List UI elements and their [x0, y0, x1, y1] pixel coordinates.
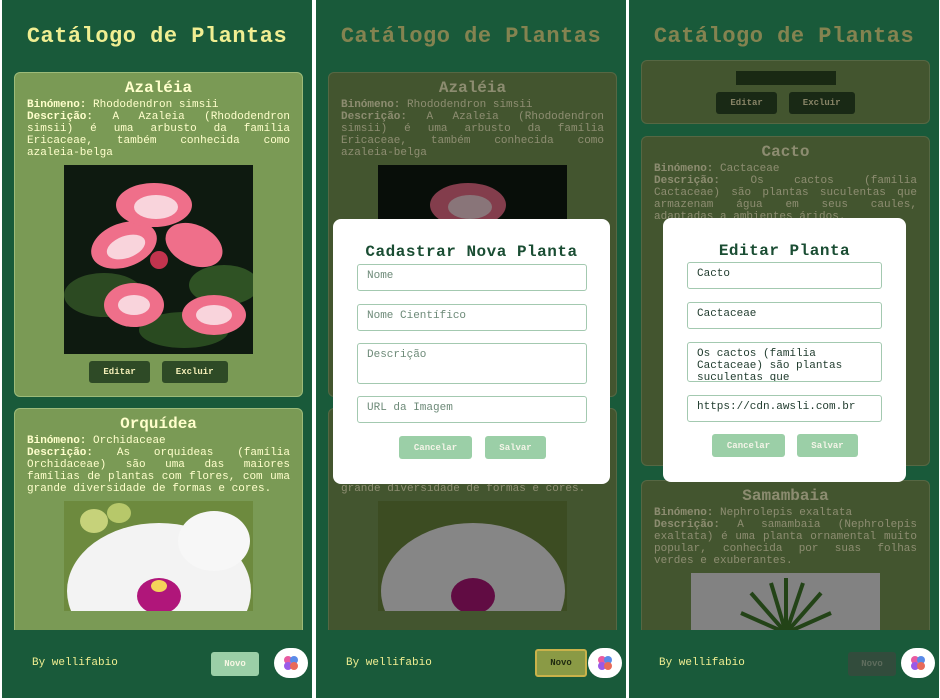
name-field[interactable]: Nome	[357, 264, 587, 291]
cancel-button[interactable]: Cancelar	[399, 436, 472, 459]
screen-create: Catálogo de Plantas Azaléia Binómeno: Rh…	[316, 0, 626, 698]
screen-catalog: Catálogo de Plantas Azaléia Binómeno: Rh…	[2, 0, 312, 698]
cancel-button[interactable]: Cancelar	[712, 434, 785, 457]
image-url-field[interactable]: https://cdn.awsli.com.br	[687, 395, 882, 422]
plant-description: Descrição: As orquideas (família Orchida…	[27, 447, 290, 495]
plant-binomial: Binómeno: Orchidaceae	[27, 435, 166, 447]
plant-image	[64, 165, 253, 354]
edit-plant-modal: Editar Planta Cacto Cactaceae Os cactos …	[663, 218, 906, 482]
plant-name: Azaléia	[124, 79, 193, 97]
footer: By wellifabio Novo	[316, 630, 626, 698]
create-plant-modal: Cadastrar Nova Planta Nome Nome Científi…	[333, 219, 610, 484]
plant-image	[378, 501, 567, 611]
plant-binomial: Binómeno: Cactaceae	[654, 163, 780, 175]
save-button[interactable]: Salvar	[797, 434, 858, 457]
assistant-icon[interactable]	[588, 648, 622, 678]
plant-name: Cacto	[761, 143, 810, 161]
credit-text: By wellifabio	[346, 657, 432, 669]
plant-card-previous: Editar Excluir	[641, 60, 930, 124]
modal-title: Editar Planta	[718, 242, 851, 260]
plant-image	[691, 573, 880, 633]
plant-description: Descrição: Os cactos (família Cactaceae)…	[654, 175, 917, 223]
scientific-name-field[interactable]: Cactaceae	[687, 302, 882, 329]
assistant-icon[interactable]	[274, 648, 308, 678]
plant-description: Descrição: A samambaia (Nephrolepis exal…	[654, 519, 917, 567]
page-title: Catálogo de Plantas	[340, 23, 602, 49]
app-screens: Catálogo de Plantas Azaléia Binómeno: Rh…	[0, 0, 940, 700]
plant-binomial: Binómeno: Rhododendron simsii	[27, 99, 219, 111]
new-plant-button[interactable]: Novo	[848, 652, 896, 676]
assistant-icon[interactable]	[901, 648, 935, 678]
new-plant-button[interactable]: Novo	[535, 649, 587, 677]
delete-button[interactable]: Excluir	[788, 92, 855, 114]
screen-edit: Catálogo de Plantas Editar Excluir Cacto…	[629, 0, 939, 698]
plant-name: Azaléia	[438, 79, 507, 97]
description-field[interactable]: Os cactos (família Cactaceae) são planta…	[687, 342, 882, 382]
plant-image	[735, 71, 836, 85]
plant-binomial: Binómeno: Rhododendron simsii	[341, 99, 533, 111]
page-title: Catálogo de Plantas	[26, 23, 288, 49]
scientific-name-field[interactable]: Nome Científico	[357, 304, 587, 331]
card-actions: Editar Excluir	[654, 92, 917, 114]
plant-description: Descrição: A Azaleia (Rhododendron simsi…	[341, 111, 604, 159]
edit-button[interactable]: Editar	[89, 361, 150, 383]
credit-text: By wellifabio	[659, 657, 745, 669]
modal-title: Cadastrar Nova Planta	[365, 243, 578, 261]
plant-name: Orquídea	[120, 415, 197, 433]
plant-name: Samambaia	[742, 487, 829, 505]
description-field[interactable]: Descrição	[357, 343, 587, 384]
credit-text: By wellifabio	[32, 657, 118, 669]
plant-card-orquidea: Orquídea Binómeno: Orchidaceae Descrição…	[14, 408, 303, 648]
plant-image	[64, 501, 253, 611]
image-url-field[interactable]: URL da Imagem	[357, 396, 587, 423]
new-plant-button[interactable]: Novo	[211, 652, 259, 676]
card-actions: Editar Excluir	[27, 361, 290, 383]
edit-button[interactable]: Editar	[716, 92, 777, 114]
plant-binomial: Binómeno: Nephrolepis exaltata	[654, 507, 853, 519]
footer: By wellifabio Novo	[2, 630, 312, 698]
plant-card-azaleia: Azaléia Binómeno: Rhododendron simsii De…	[14, 72, 303, 397]
name-field[interactable]: Cacto	[687, 262, 882, 289]
delete-button[interactable]: Excluir	[161, 361, 228, 383]
footer: By wellifabio Novo	[629, 630, 939, 698]
save-button[interactable]: Salvar	[485, 436, 546, 459]
plant-description: Descrição: A Azaleia (Rhododendron simsi…	[27, 111, 290, 159]
